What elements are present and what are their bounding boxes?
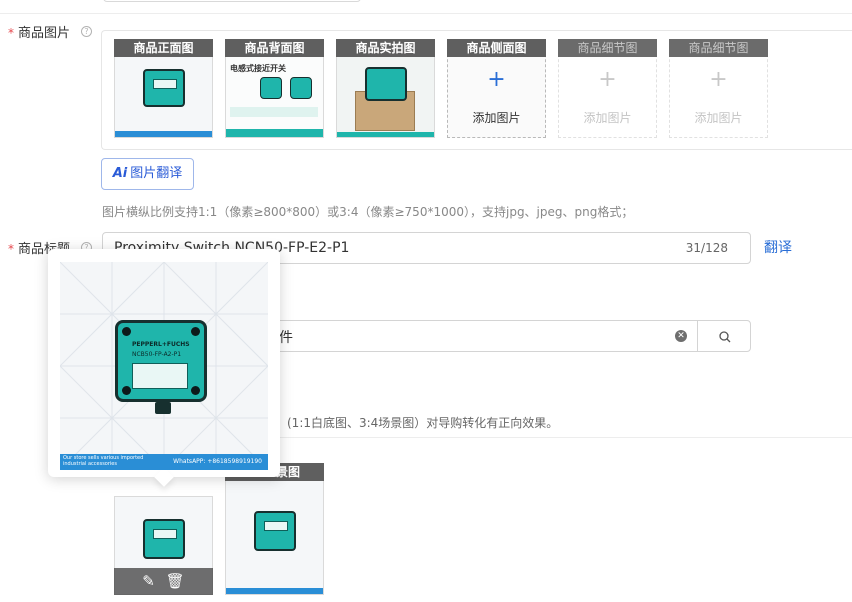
required-mark: *: [8, 26, 14, 40]
search-icon: [719, 331, 731, 343]
plus-icon: +: [598, 67, 617, 92]
plus-icon: +: [709, 67, 728, 92]
image-slot-real[interactable]: 商品实拍图: [336, 39, 435, 138]
slot-caption: 商品细节图: [669, 39, 768, 57]
plus-icon: +: [487, 67, 506, 92]
preview-photo: PEPPERL+FUCHS NCB50-FP-A2-P1 Our store s…: [60, 262, 268, 470]
sensor-image: [143, 519, 185, 559]
sensor-image-small: [260, 77, 282, 99]
image-slot-detail-2[interactable]: 商品细节图 + 添加图片: [669, 39, 768, 138]
slot-caption: 商品正面图: [114, 39, 213, 57]
image-slot-side[interactable]: 商品侧面图 + 添加图片: [447, 39, 546, 138]
popover-arrow: [154, 467, 174, 487]
image-translate-button[interactable]: Ai 图片翻译: [101, 158, 194, 190]
watermark-left: Our store sells various imported industr…: [63, 455, 144, 467]
image-slot-front[interactable]: 商品正面图: [114, 39, 213, 138]
sensor-image-large: PEPPERL+FUCHS NCB50-FP-A2-P1: [115, 320, 207, 402]
back-photo-text: 电感式接近开关: [230, 64, 286, 73]
image-action-bar: ✎ 🗑: [114, 568, 213, 595]
sensor-image: [143, 69, 185, 107]
help-icon[interactable]: ?: [81, 26, 92, 37]
product-images-label-text: 商品图片: [18, 26, 71, 41]
add-image-label: 添加图片: [583, 111, 632, 125]
model-text: NCB50-FP-A2-P1: [132, 351, 182, 358]
front-photo: [115, 57, 212, 137]
back-photo: 电感式接近开关: [226, 57, 323, 137]
real-photo: [337, 57, 434, 137]
add-image-label: 添加图片: [472, 111, 521, 125]
delete-icon[interactable]: 🗑: [166, 572, 185, 590]
image-slot-back[interactable]: 电感式接近开关 商品背面图: [225, 39, 324, 138]
edit-icon[interactable]: ✎: [142, 572, 155, 590]
sensor-image-small: [290, 77, 312, 99]
image-translate-label: 图片翻译: [130, 166, 183, 181]
previous-input-edge: [103, 0, 361, 2]
translate-link[interactable]: 翻译: [764, 237, 792, 257]
category-search-value: 件: [279, 330, 293, 346]
char-counter: 31/128: [685, 241, 728, 255]
slot-caption: 商品侧面图: [447, 39, 546, 57]
slot-caption: 商品细节图: [558, 39, 657, 57]
slot-caption: 商品背面图: [225, 39, 324, 57]
clear-icon[interactable]: ✕: [675, 330, 687, 342]
category-search-button[interactable]: [697, 320, 751, 352]
add-image-label: 添加图片: [694, 111, 743, 125]
ai-icon: Ai: [112, 166, 128, 181]
slot-caption: 商品实拍图: [336, 39, 435, 57]
marketing-slot-white-bg[interactable]: ✎ 🗑: [114, 496, 213, 595]
image-format-hint: 图片横纵比例支持1:1（像素≥800*800）或3:4（像素≥750*1000）…: [102, 205, 634, 219]
scene-photo: [226, 481, 323, 594]
watermark-right: WhatsAPP: +8618598919190: [173, 458, 262, 465]
image-slot-detail-1[interactable]: 商品细节图 + 添加图片: [558, 39, 657, 138]
sensor-image: [365, 67, 407, 101]
section-divider: [280, 437, 852, 438]
marketing-slot-scene[interactable]: 景图: [225, 463, 324, 595]
brand-text: PEPPERL+FUCHS: [132, 341, 190, 348]
marketing-image-hint: (1:1白底图、3:4场景图）对导购转化有正向效果。: [287, 416, 559, 430]
product-images-label: * 商品图片: [8, 22, 70, 41]
sensor-image: [254, 511, 296, 551]
image-preview-popover: PEPPERL+FUCHS NCB50-FP-A2-P1 Our store s…: [48, 249, 280, 487]
section-divider: [0, 13, 852, 14]
required-mark: *: [8, 242, 14, 256]
